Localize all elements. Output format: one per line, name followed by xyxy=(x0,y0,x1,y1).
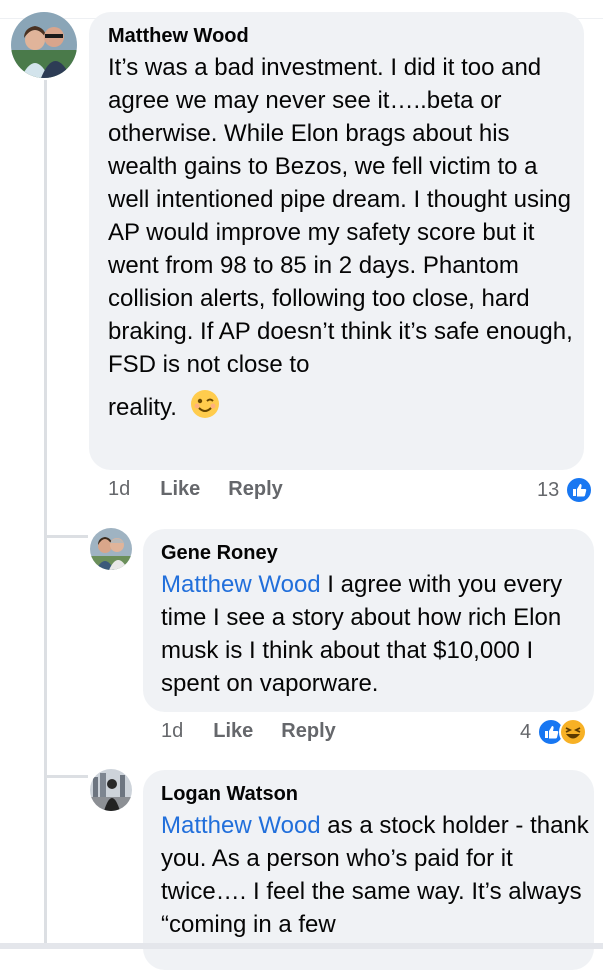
like-button[interactable]: Like xyxy=(213,720,253,743)
comment-author[interactable]: Matthew Wood xyxy=(108,24,578,48)
reply-author[interactable]: Logan Watson xyxy=(161,782,591,806)
reply-author[interactable]: Gene Roney xyxy=(161,541,591,565)
mention-link[interactable]: Matthew Wood xyxy=(161,812,321,839)
like-reaction-icon xyxy=(565,476,594,504)
avatar-logan-watson[interactable] xyxy=(90,769,132,811)
reaction-count: 13 xyxy=(537,478,560,501)
thread-connector-2 xyxy=(44,775,88,778)
comment-bubble-matthew-wood: Matthew Wood It’s was a bad investment. … xyxy=(89,12,584,470)
avatar-photo xyxy=(11,12,77,78)
reply-button[interactable]: Reply xyxy=(228,478,282,501)
like-button[interactable]: Like xyxy=(160,478,200,501)
comment-text: It’s was a bad investment. I did it too … xyxy=(108,51,578,428)
reaction-summary[interactable]: 4 xyxy=(520,718,588,746)
avatar-gene-roney[interactable] xyxy=(90,528,132,570)
reply-bubble-logan-watson: Logan Watson Matthew Wood as a stock hol… xyxy=(143,770,594,970)
reply-timestamp[interactable]: 1d xyxy=(161,720,183,743)
avatar-photo xyxy=(90,528,132,570)
comment-timestamp[interactable]: 1d xyxy=(108,478,130,501)
thread-connector-1 xyxy=(44,535,88,538)
comment-body: It’s was a bad investment. I did it too … xyxy=(108,54,573,378)
reply-bubble-gene-roney: Gene Roney Matthew Wood I agree with you… xyxy=(143,529,594,712)
wink-emoji-icon xyxy=(190,389,220,428)
avatar-matthew-wood[interactable] xyxy=(11,12,77,78)
reply-actions: 1d Like Reply xyxy=(161,720,364,743)
comment-actions: 1d Like Reply xyxy=(108,478,311,501)
comment-body-last: reality. xyxy=(108,393,177,421)
reaction-summary[interactable]: 13 xyxy=(537,476,594,504)
reaction-count: 4 xyxy=(520,720,532,743)
reply-text: Matthew Wood as a stock holder - thank y… xyxy=(161,809,591,941)
mention-link[interactable]: Matthew Wood xyxy=(161,571,321,598)
reply-text: Matthew Wood I agree with you every time… xyxy=(161,568,591,700)
reply-button[interactable]: Reply xyxy=(281,720,335,743)
thread-line-main xyxy=(44,80,47,949)
bottom-bar xyxy=(0,943,603,949)
haha-reaction-icon xyxy=(559,718,588,746)
avatar-photo xyxy=(90,769,132,811)
